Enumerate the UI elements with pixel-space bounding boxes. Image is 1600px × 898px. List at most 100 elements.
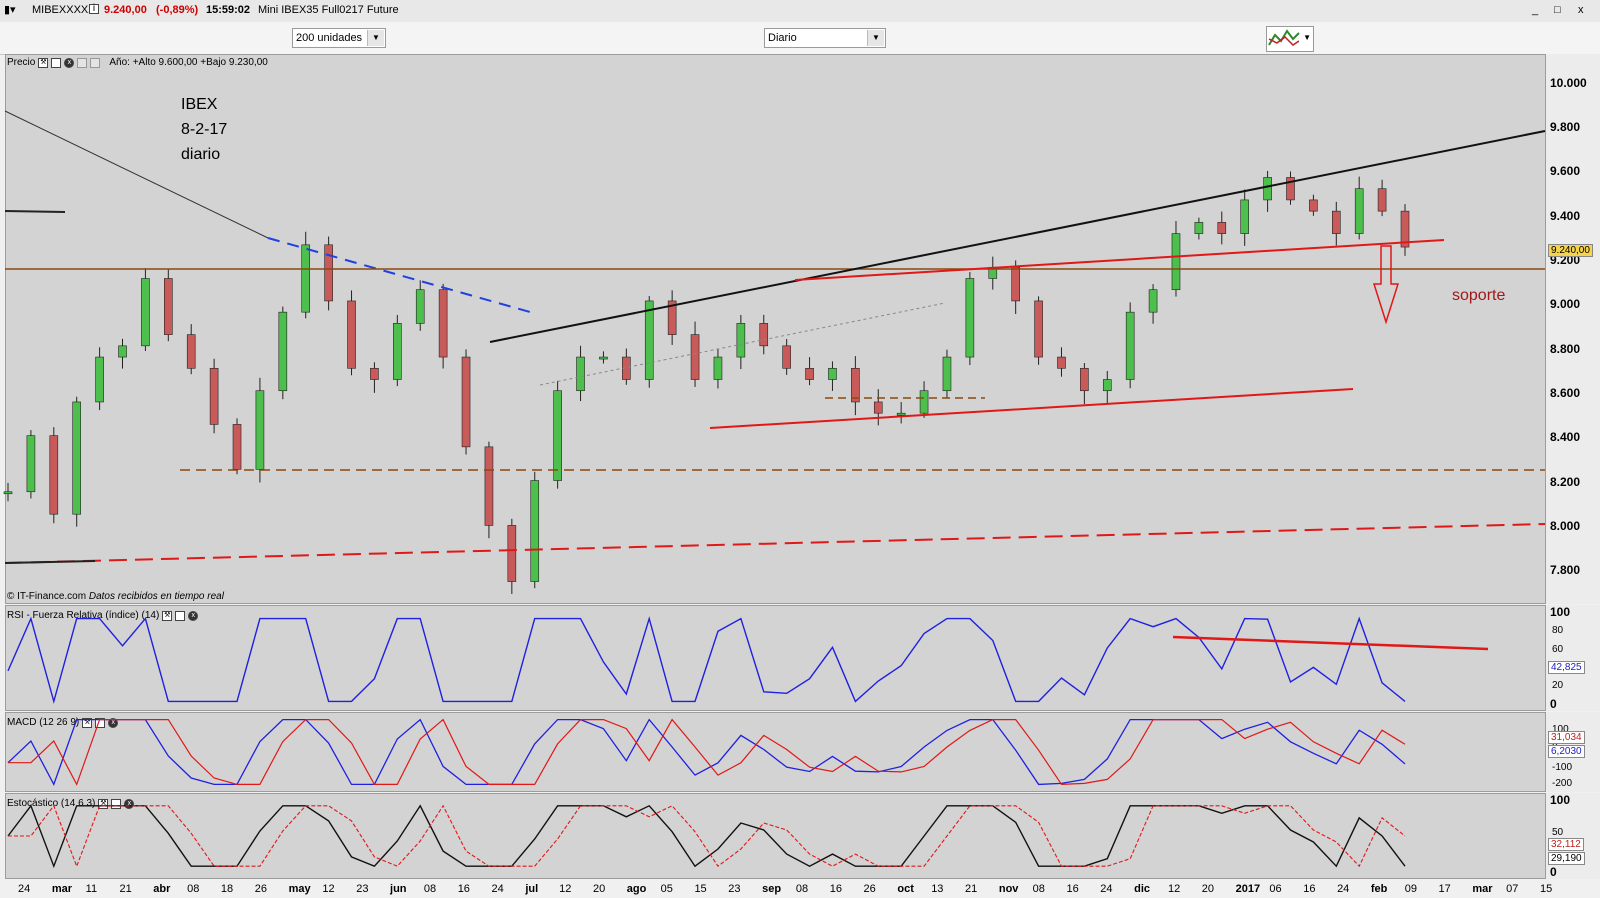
time-axis-label: 24 [1100, 883, 1113, 895]
candle[interactable] [805, 367, 814, 380]
candle[interactable] [461, 356, 471, 448]
candle[interactable] [873, 401, 883, 414]
candle[interactable] [1331, 210, 1341, 234]
candle[interactable] [644, 300, 654, 380]
candle[interactable] [26, 435, 36, 493]
red-dashed-long-trendline[interactable] [4, 523, 1546, 564]
candle[interactable] [95, 356, 104, 403]
time-axis-label: feb [1370, 883, 1388, 895]
candle[interactable] [1034, 300, 1043, 358]
time-axis-label: 15 [1540, 883, 1553, 895]
candle[interactable] [347, 300, 356, 369]
candle[interactable] [599, 356, 608, 360]
candle[interactable] [301, 244, 311, 313]
time-axis-label: 21 [965, 883, 978, 895]
candle[interactable] [1194, 222, 1204, 234]
red-upper-channel-line[interactable] [794, 239, 1445, 281]
downtrend-line[interactable] [4, 110, 269, 239]
candle[interactable] [759, 323, 769, 347]
candle[interactable] [1057, 356, 1066, 369]
candle[interactable] [851, 367, 860, 403]
candle[interactable] [530, 480, 540, 582]
candle[interactable] [324, 244, 333, 302]
candle[interactable] [576, 356, 585, 392]
candle[interactable] [3, 491, 13, 495]
candle[interactable] [736, 323, 746, 358]
candle[interactable] [415, 289, 425, 324]
down-arrow-icon[interactable] [1372, 245, 1400, 325]
time-axis-label: jul [525, 883, 539, 895]
candle[interactable] [919, 390, 929, 414]
candle[interactable] [164, 278, 173, 335]
time-axis-label: 12 [559, 883, 572, 895]
candle[interactable] [1125, 311, 1135, 380]
candle[interactable] [278, 311, 288, 392]
candle[interactable] [1102, 379, 1112, 392]
candle[interactable] [713, 356, 723, 380]
time-axis-label: 07 [1506, 883, 1519, 895]
black-uptrend-line[interactable] [489, 130, 1546, 343]
dotted-channel-line[interactable] [539, 302, 946, 386]
candle[interactable] [1171, 233, 1181, 291]
time-axis-label: 08 [795, 883, 809, 895]
time-axis-label: 20 [1201, 883, 1215, 895]
candle[interactable] [186, 334, 196, 369]
time-axis-label: 26 [863, 883, 876, 895]
time-axis-label: 17 [1438, 883, 1451, 895]
time-axis-label: 12 [322, 883, 335, 895]
candle[interactable] [828, 367, 837, 380]
candle[interactable] [782, 345, 791, 369]
candle[interactable] [49, 435, 59, 515]
candle[interactable] [965, 278, 975, 358]
candle[interactable] [1263, 177, 1272, 201]
time-axis-label: 20 [592, 883, 606, 895]
time-axis-label: sep [762, 883, 782, 895]
candle[interactable] [141, 278, 150, 347]
black-base-line[interactable] [4, 560, 96, 564]
time-axis-label: 05 [660, 883, 673, 895]
candle[interactable] [1217, 222, 1227, 234]
candle[interactable] [393, 323, 402, 380]
candle[interactable] [1377, 188, 1387, 212]
time-axis-label: 12 [1167, 883, 1181, 895]
candle[interactable] [438, 289, 448, 358]
candle[interactable] [232, 424, 242, 470]
rsi-line[interactable] [7, 616, 1406, 705]
candle[interactable] [209, 367, 219, 425]
time-axis-label: 15 [694, 883, 707, 895]
candle[interactable] [942, 356, 952, 392]
candle[interactable] [690, 334, 700, 380]
rsi-divergence-line[interactable] [1172, 635, 1489, 651]
time-axis-label: 23 [356, 883, 369, 895]
time-axis-label: 06 [1269, 883, 1282, 895]
time-axis-label: 16 [829, 883, 842, 895]
time-axis-label: 18 [220, 883, 234, 895]
time-axis-label: abr [153, 883, 171, 895]
time-axis-label: dic [1134, 883, 1151, 895]
time-axis-label: 08 [423, 883, 437, 895]
resistance-stub-line[interactable] [4, 210, 66, 213]
candle[interactable] [370, 367, 379, 380]
candle[interactable] [1080, 367, 1089, 392]
candle[interactable] [507, 525, 517, 582]
candle[interactable] [1148, 289, 1158, 313]
candle[interactable] [255, 390, 265, 470]
time-axis-label: 21 [119, 883, 132, 895]
macd-line[interactable] [7, 718, 1406, 787]
time-axis-label: mar [1472, 883, 1493, 895]
red-lower-channel-line[interactable] [709, 388, 1354, 429]
time-axis[interactable]: 24 mar 11 21 abr 08 18 26 may 12 23 jun 08 16 24 jul 12 2… [0, 880, 1600, 898]
macd-signal-line[interactable] [8, 718, 1406, 786]
candle[interactable] [553, 390, 562, 481]
candle[interactable] [1309, 199, 1318, 212]
candle[interactable] [1354, 188, 1364, 234]
time-axis-label: 24 [491, 883, 504, 895]
candle[interactable] [118, 345, 127, 358]
candle[interactable] [484, 446, 494, 526]
candle[interactable] [72, 401, 82, 515]
candle[interactable] [1240, 199, 1249, 234]
candle[interactable] [1011, 266, 1020, 302]
time-axis-label: 23 [728, 883, 741, 895]
stoch-k-line[interactable] [7, 804, 1406, 869]
candle[interactable] [896, 412, 906, 416]
